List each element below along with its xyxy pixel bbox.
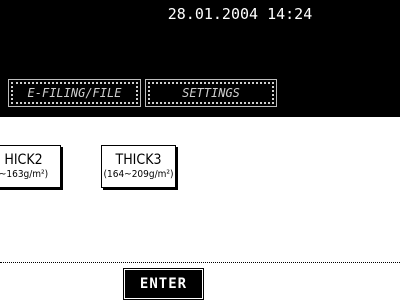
paper-thick2-range: ~163g/m²): [0, 169, 49, 180]
paper-thick2-button[interactable]: HICK2 ~163g/m²): [0, 145, 61, 188]
footer-divider: [0, 262, 400, 263]
paper-thick3-range: (164~209g/m²): [103, 169, 174, 180]
paper-thick3-button[interactable]: THICK3 (164~209g/m²): [101, 145, 176, 188]
touch-panel-screen: 28.01.2004 14:24 E-FILING/FILE SETTINGS …: [0, 0, 400, 306]
tab-settings[interactable]: SETTINGS: [145, 79, 277, 107]
tab-e-filing-label: E-FILING/FILE: [11, 82, 138, 104]
tab-settings-label: SETTINGS: [148, 82, 274, 104]
paper-thick2-name: HICK2: [4, 152, 43, 168]
enter-button[interactable]: ENTER: [123, 268, 204, 300]
paper-thick3-name: THICK3: [115, 152, 162, 168]
header-bar: 28.01.2004 14:24 E-FILING/FILE SETTINGS: [0, 0, 400, 117]
date-time-display: 28.01.2004 14:24: [167, 5, 313, 23]
tab-e-filing[interactable]: E-FILING/FILE: [8, 79, 141, 107]
right-margin: [400, 0, 415, 306]
enter-button-label: ENTER: [139, 276, 188, 292]
